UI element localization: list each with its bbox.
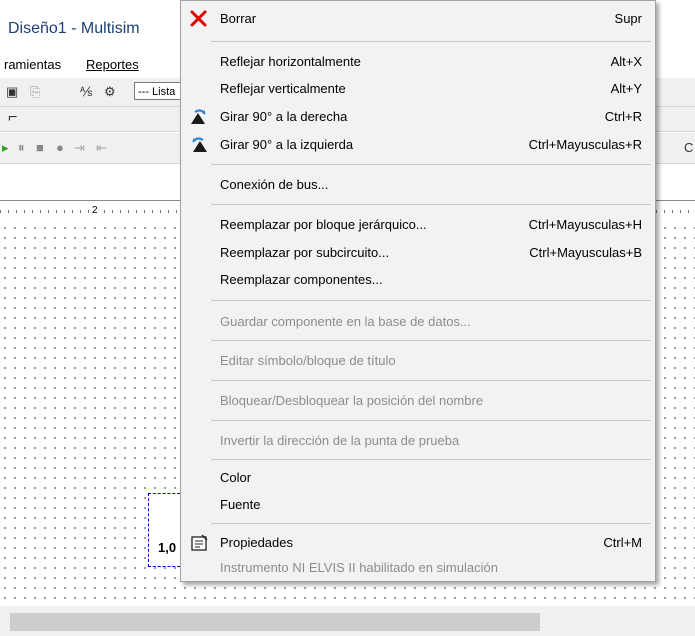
record-icon[interactable]: ● bbox=[56, 140, 64, 155]
hierarchy-icon[interactable]: ⚙ bbox=[104, 84, 116, 100]
menu-item-reemplazar-componentes[interactable]: Reemplazar componentes... bbox=[181, 268, 655, 292]
option-c-icon[interactable]: C bbox=[684, 140, 693, 155]
menu-item-fuente[interactable]: Fuente bbox=[181, 493, 655, 517]
menu-item-shortcut: Ctrl+Mayusculas+B bbox=[529, 245, 642, 260]
menu-item-shortcut: Ctrl+Mayusculas+R bbox=[528, 137, 642, 152]
menu-item-label: Girar 90° a la izquierda bbox=[220, 137, 354, 152]
menu-item-label: Fuente bbox=[220, 497, 261, 512]
ruler-marker: 2 bbox=[92, 205, 98, 216]
menu-separator bbox=[211, 380, 651, 381]
menu-item-shortcut: Supr bbox=[614, 11, 642, 26]
window-title: Diseño1 - Multisim bbox=[8, 20, 140, 37]
menu-separator bbox=[211, 340, 651, 341]
horizontal-scrollbar[interactable] bbox=[0, 606, 695, 636]
menu-item-label: Reflejar horizontalmente bbox=[220, 54, 361, 69]
menu-item-label: Reflejar verticalmente bbox=[220, 81, 346, 96]
properties-icon bbox=[189, 534, 209, 552]
grapher-icon[interactable]: ⎘ bbox=[30, 84, 40, 100]
menu-separator bbox=[211, 204, 651, 205]
context-menu: Borrar Supr Reflejar horizontalmente Alt… bbox=[180, 0, 656, 582]
menu-item-label: Editar símbolo/bloque de título bbox=[220, 353, 396, 368]
scroll-thumb[interactable] bbox=[10, 613, 540, 631]
menu-item-label: Propiedades bbox=[220, 535, 293, 550]
menu-item-color[interactable]: Color bbox=[181, 466, 655, 490]
pause-icon[interactable]: ⏸ bbox=[18, 140, 25, 156]
menu-item-shortcut: Ctrl+Mayusculas+H bbox=[528, 217, 642, 232]
menu-reportes[interactable]: Reportes bbox=[86, 57, 139, 72]
menu-item-label: Instrumento NI ELVIS II habilitado en si… bbox=[220, 560, 498, 575]
menu-item-label: Color bbox=[220, 470, 252, 485]
menu-item-editar-simbolo[interactable]: Editar símbolo/bloque de título bbox=[181, 349, 655, 373]
menu-separator bbox=[211, 164, 651, 165]
menu-item-label: Invertir la dirección de la punta de pru… bbox=[220, 433, 460, 448]
menu-separator bbox=[211, 523, 651, 524]
digital-probe-icon[interactable]: ⌐ bbox=[8, 109, 17, 127]
menu-item-shortcut: Alt+Y bbox=[610, 81, 642, 96]
menu-item-label: Bloquear/Desbloquear la posición del nom… bbox=[220, 393, 484, 408]
wire-icon[interactable]: ⅍ bbox=[80, 84, 92, 99]
menu-item-conexion-bus[interactable]: Conexión de bus... bbox=[181, 173, 655, 197]
menu-item-label: Borrar bbox=[220, 11, 257, 26]
menu-item-label: Guardar componente en la base de datos..… bbox=[220, 314, 471, 329]
menu-item-reemplazar-bloque[interactable]: Reemplazar por bloque jerárquico... Ctrl… bbox=[181, 213, 655, 237]
menu-item-label: Girar 90° a la derecha bbox=[220, 109, 348, 124]
menu-item-label: Reemplazar componentes... bbox=[220, 272, 383, 287]
step-icon[interactable]: ⇥ bbox=[74, 140, 85, 156]
menu-item-ni-elvis[interactable]: Instrumento NI ELVIS II habilitado en si… bbox=[181, 556, 655, 580]
stop-icon[interactable]: ■ bbox=[36, 140, 44, 155]
menu-item-propiedades[interactable]: Propiedades Ctrl+M bbox=[181, 531, 655, 555]
rotate-right-icon bbox=[189, 108, 209, 126]
menu-item-invertir-punta[interactable]: Invertir la dirección de la punta de pru… bbox=[181, 429, 655, 453]
menu-herramientas[interactable]: ramientas bbox=[4, 57, 61, 72]
menu-item-guardar-componente[interactable]: Guardar componente en la base de datos..… bbox=[181, 310, 655, 334]
menu-item-shortcut: Ctrl+R bbox=[604, 109, 642, 124]
menu-item-reflejar-vertical[interactable]: Reflejar verticalmente Alt+Y bbox=[181, 77, 655, 101]
component-value: 1,0 bbox=[158, 540, 177, 555]
rotate-left-icon bbox=[189, 136, 209, 154]
menu-separator bbox=[211, 300, 651, 301]
menu-item-girar-izquierda[interactable]: Girar 90° a la izquierda Ctrl+Mayusculas… bbox=[181, 133, 655, 157]
menu-item-reemplazar-subcircuito[interactable]: Reemplazar por subcircuito... Ctrl+Mayus… bbox=[181, 241, 655, 265]
menu-item-shortcut: Ctrl+M bbox=[603, 535, 642, 550]
menu-item-reflejar-horizontal[interactable]: Reflejar horizontalmente Alt+X bbox=[181, 50, 655, 74]
delete-x-icon bbox=[189, 10, 209, 28]
menu-item-bloquear-posicion[interactable]: Bloquear/Desbloquear la posición del nom… bbox=[181, 389, 655, 413]
menu-item-label: Reemplazar por subcircuito... bbox=[220, 245, 390, 260]
menu-item-girar-derecha[interactable]: Girar 90° a la derecha Ctrl+R bbox=[181, 105, 655, 129]
component-icon[interactable]: ▣ bbox=[6, 84, 18, 100]
menu-item-label: Conexión de bus... bbox=[220, 177, 329, 192]
menu-separator bbox=[211, 420, 651, 421]
step-over-icon[interactable]: ⇤ bbox=[96, 140, 107, 156]
menu-separator bbox=[211, 41, 651, 42]
run-icon[interactable]: ▸ bbox=[2, 140, 9, 156]
menu-separator bbox=[211, 459, 651, 460]
menu-item-label: Reemplazar por bloque jerárquico... bbox=[220, 217, 427, 232]
menu-item-borrar[interactable]: Borrar Supr bbox=[181, 7, 655, 31]
menu-item-shortcut: Alt+X bbox=[610, 54, 642, 69]
